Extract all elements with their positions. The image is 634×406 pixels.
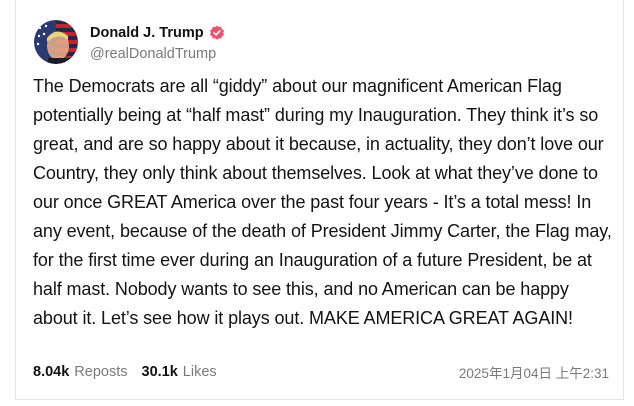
post-footer: 8.04k Reposts 30.1k Likes 2025年1月04日 上午2… — [33, 362, 609, 382]
verified-check-icon — [209, 25, 225, 41]
post-header: Donald J. Trump @realDonaldTrump — [34, 20, 225, 64]
reposts-count: 8.04k — [33, 364, 70, 380]
display-name-row: Donald J. Trump — [90, 22, 225, 44]
reposts-label: Reposts — [74, 364, 128, 380]
avatar[interactable] — [34, 20, 78, 64]
likes-label: Likes — [182, 364, 217, 380]
display-name[interactable]: Donald J. Trump — [90, 25, 204, 41]
likes-stat[interactable]: 30.1k Likes — [142, 364, 217, 380]
reposts-stat[interactable]: 8.04k Reposts — [33, 364, 128, 380]
likes-count: 30.1k — [141, 364, 178, 380]
author-handle[interactable]: @realDonaldTrump — [90, 46, 225, 62]
post-timestamp[interactable]: 2025年1月04日 上午2:31 — [459, 362, 609, 382]
post-card: Donald J. Trump @realDonaldTrump The Dem… — [15, 0, 624, 400]
post-text: The Democrats are all “giddy” about our … — [33, 76, 612, 328]
author-names: Donald J. Trump @realDonaldTrump — [90, 22, 225, 62]
